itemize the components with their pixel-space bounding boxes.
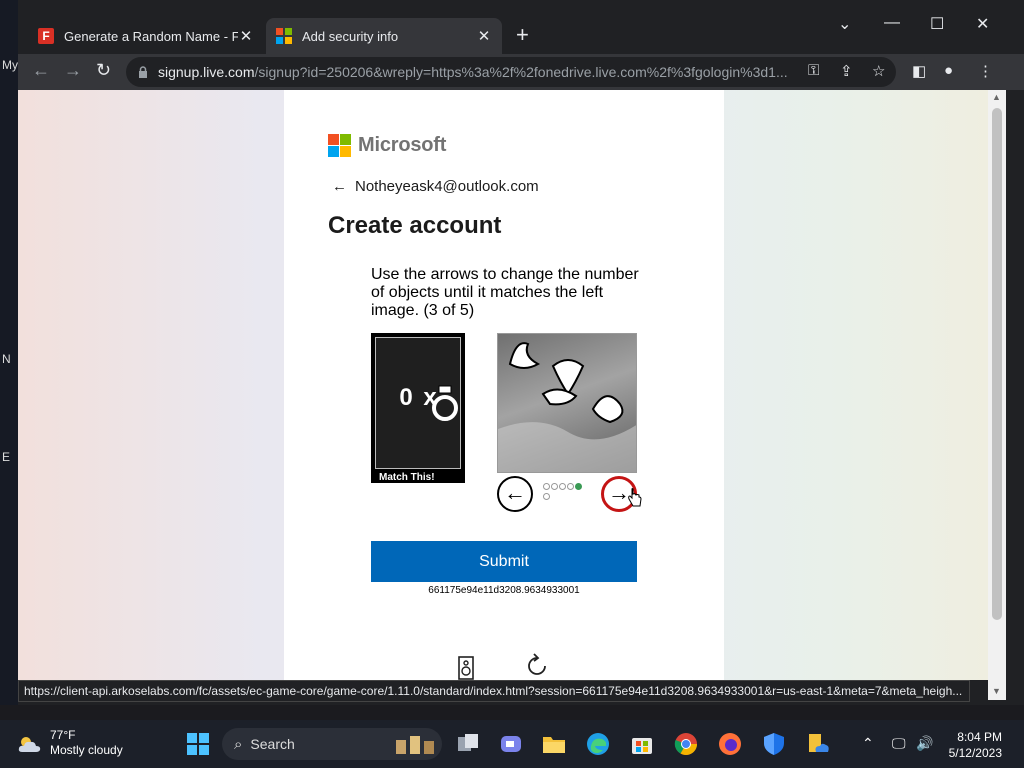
tab-search-chevron-icon[interactable]: ⌄ [838,14,851,34]
back-arrow-icon[interactable]: ← [332,178,347,195]
search-icon: ⌕ [234,735,243,753]
captcha-object-image [497,333,637,473]
progress-dot [543,483,550,490]
fake-name-f-icon: F [38,28,54,44]
clock-date: 5/12/2023 [948,746,1002,760]
progress-dots [543,483,591,505]
lock-icon [139,66,147,78]
captcha-instructions: Use the arrows to change the number of o… [371,266,639,319]
menu-icon[interactable]: ⋮ [978,62,993,80]
microsoft-logo: Microsoft [328,134,446,157]
left-arrow-icon: ← [504,480,526,505]
session-id: 661175e94e11d3208.9634933001 [428,585,580,596]
firefox-icon[interactable] [718,732,742,756]
defender-shield-icon[interactable] [762,732,786,756]
tab-add-security-info[interactable]: Add security info ✕ [266,18,502,54]
tab-title: Generate a Random Name - Fake [64,28,238,44]
address-bar[interactable]: signup.live.com /signup?id=250206&wreply… [126,57,896,87]
key-icon[interactable]: ⚿ [808,62,819,79]
back-icon[interactable]: ← [32,60,50,81]
search-label: Search [250,736,295,752]
edge-icon[interactable] [586,732,610,756]
windows-start-icon[interactable] [186,732,210,756]
desktop-label: My [2,58,18,72]
progress-dot [559,483,566,490]
signup-card: Microsoft ← Notheyeask4@outlook.com Crea… [284,90,724,680]
tab-title: Add security info [302,28,399,44]
forward-icon[interactable]: → [64,60,82,81]
weather-temp: 77°F [50,728,76,742]
ring-icon [432,385,458,421]
progress-dot [543,493,550,500]
match-this-caption: Match This! [379,472,435,483]
brand-name: Microsoft [358,134,447,156]
page-title: Create account [328,212,502,239]
task-view-icon[interactable] [456,732,480,756]
reload-icon[interactable]: ↻ [96,60,111,81]
link-status-bar: https://client-api.arkoselabs.com/fc/ass… [18,680,970,702]
progress-dot [567,483,574,490]
scroll-up-icon[interactable]: ▲ [992,92,1001,102]
weather-desc: Mostly cloudy [50,743,123,757]
clock[interactable]: 8:04 PM 5/12/2023 [949,729,1002,761]
volume-icon[interactable]: 🔊 [916,735,933,752]
share-icon[interactable]: ⇪ [840,62,853,80]
tab-random-name[interactable]: F Generate a Random Name - Fake ✕ [28,18,264,54]
microsoft-icon [328,134,351,157]
chrome-icon[interactable] [674,732,698,756]
browser-window: F Generate a Random Name - Fake ✕ Add se… [18,0,1024,705]
weather-widget[interactable]: 77°F Mostly cloudy [18,728,123,758]
taskbar-search[interactable]: ⌕ Search [222,728,442,760]
close-window-icon[interactable]: ✕ [976,14,989,34]
page-content: Microsoft ← Notheyeask4@outlook.com Crea… [18,90,988,680]
minimize-icon[interactable]: — [884,14,900,32]
close-tab-icon[interactable]: ✕ [238,27,254,45]
scrollbar-thumb[interactable] [992,108,1002,620]
cloud-icon [18,737,41,752]
scroll-down-icon[interactable]: ▼ [992,686,1001,696]
desktop-label: E [2,450,11,464]
network-icon[interactable]: 🖵 [892,735,906,752]
email-identity: Notheyeask4@outlook.com [355,178,539,195]
teams-chat-icon[interactable] [499,732,523,756]
back-to-email[interactable]: ← Notheyeask4@outlook.com [332,178,539,195]
captcha-reference-image: 0 x Match This! [371,333,465,483]
hand-cursor-icon [628,488,642,507]
files-cloud-icon[interactable] [806,732,830,756]
browser-toolbar: ← → ↻ signup.live.com /signup?id=250206&… [18,54,1024,90]
page-scrollbar[interactable]: ▲ ▼ [988,90,1006,700]
close-tab-icon[interactable]: ✕ [476,27,492,45]
microsoft-icon [276,28,292,44]
url-path: /signup?id=250206&wreply=https%3a%2f%2fo… [254,64,788,80]
search-highlight-icon [396,736,434,754]
new-tab-button[interactable]: + [516,24,529,46]
audio-challenge-icon[interactable] [458,656,474,680]
desktop-edge: My N E [0,0,18,705]
right-arrow-icon: → [608,480,630,505]
restart-challenge-icon[interactable] [524,653,550,679]
file-explorer-icon[interactable] [542,732,566,756]
previous-arrow-button[interactable]: ← [497,476,533,512]
clock-time: 8:04 PM [957,730,1002,744]
store-icon[interactable] [630,732,654,756]
progress-dot-active [575,483,582,490]
chevron-up-icon[interactable]: ⌃ [862,735,874,752]
tab-bar: F Generate a Random Name - Fake ✕ Add se… [18,0,1024,54]
submit-button[interactable]: Submit [371,541,637,582]
desktop-label: N [2,352,11,366]
url-host: signup.live.com [158,64,255,80]
profile-icon[interactable]: ● [944,62,953,79]
horn-objects-icon [498,342,636,472]
taskbar: 77°F Mostly cloudy ⌕ Search ⌃ 🖵 🔊 8:04 P… [0,720,1024,768]
maximize-icon[interactable]: ☐ [930,14,944,34]
progress-dot [551,483,558,490]
bookmark-star-icon[interactable]: ☆ [872,62,885,80]
side-panel-icon[interactable]: ◧ [912,62,926,80]
